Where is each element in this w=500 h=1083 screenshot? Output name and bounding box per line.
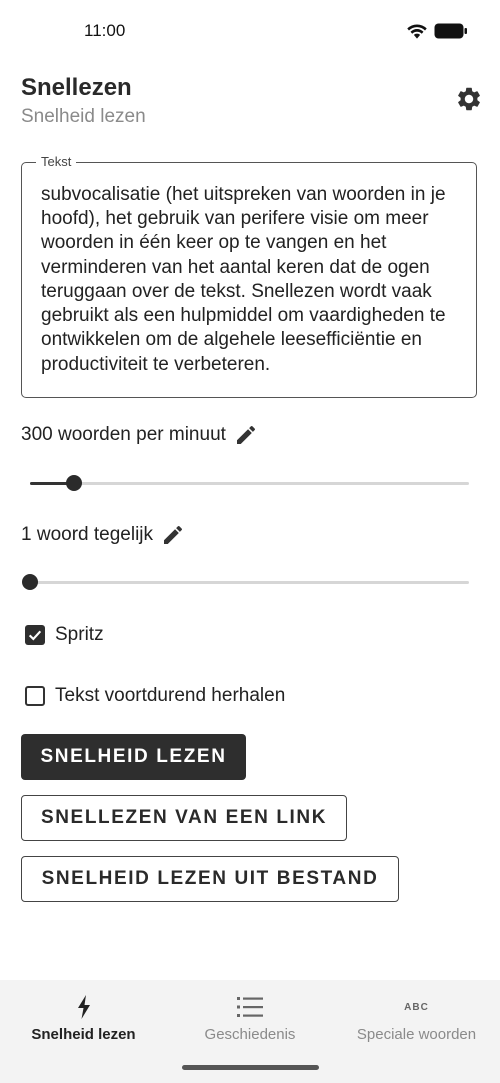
wifi-icon (407, 24, 427, 39)
edit-speed-icon[interactable] (234, 423, 258, 447)
nav-item-speed-read[interactable]: Snelheid lezen (0, 980, 167, 1060)
words-row: 1 woord tegelijk (21, 523, 185, 547)
bolt-icon (77, 995, 90, 1019)
nav-label: Speciale woorden (356, 1026, 477, 1043)
status-time: 11:00 (84, 21, 126, 40)
repeat-label: Tekst voortdurend herhalen (55, 685, 286, 706)
app-title: Snellezen (21, 74, 132, 101)
speed-row: 300 woorden per minuut (21, 423, 258, 447)
text-input-value: subvocalisatie (het uitspreken van woord… (41, 183, 446, 375)
abc-icon: ABC (404, 1001, 429, 1013)
status-icons (406, 22, 468, 40)
speed-slider-track (30, 482, 469, 485)
screen-subtitle: Snelheid lezen (21, 106, 146, 127)
nav-label: Snelheid lezen (31, 1026, 136, 1043)
words-slider-track (30, 581, 469, 584)
speed-slider[interactable] (30, 471, 469, 495)
words-at-once-label: 1 woord tegelijk (21, 524, 154, 545)
edit-words-icon[interactable] (161, 523, 185, 547)
text-input[interactable]: subvocalisatie (het uitspreken van woord… (21, 162, 477, 398)
speed-label: 300 woorden per minuut (21, 424, 226, 445)
words-slider-thumb[interactable] (22, 574, 38, 590)
spritz-option[interactable]: Spritz (25, 624, 104, 646)
spritz-label: Spritz (55, 624, 104, 645)
list-icon (237, 997, 263, 1017)
checkmark-icon (28, 630, 42, 641)
nav-label: Geschiedenis (204, 1026, 296, 1043)
text-input-label: Tekst (36, 154, 77, 169)
words-slider[interactable] (22, 570, 469, 594)
gear-icon[interactable] (455, 85, 483, 113)
speed-slider-thumb[interactable] (65, 475, 82, 491)
nav-item-special-words[interactable]: ABC Speciale woorden (333, 980, 500, 1060)
home-indicator (182, 1065, 319, 1070)
battery-icon (434, 23, 467, 39)
read-link-button[interactable]: SNELLEZEN VAN EEN LINK (21, 795, 347, 841)
speed-read-button[interactable]: SNELHEID LEZEN (21, 734, 246, 780)
repeat-option[interactable]: Tekst voortdurend herhalen (25, 685, 285, 707)
repeat-checkbox[interactable] (25, 686, 45, 706)
spritz-checkbox[interactable] (25, 625, 45, 645)
read-file-button[interactable]: SNELHEID LEZEN UIT BESTAND (21, 856, 399, 902)
nav-item-history[interactable]: Geschiedenis (167, 980, 333, 1060)
